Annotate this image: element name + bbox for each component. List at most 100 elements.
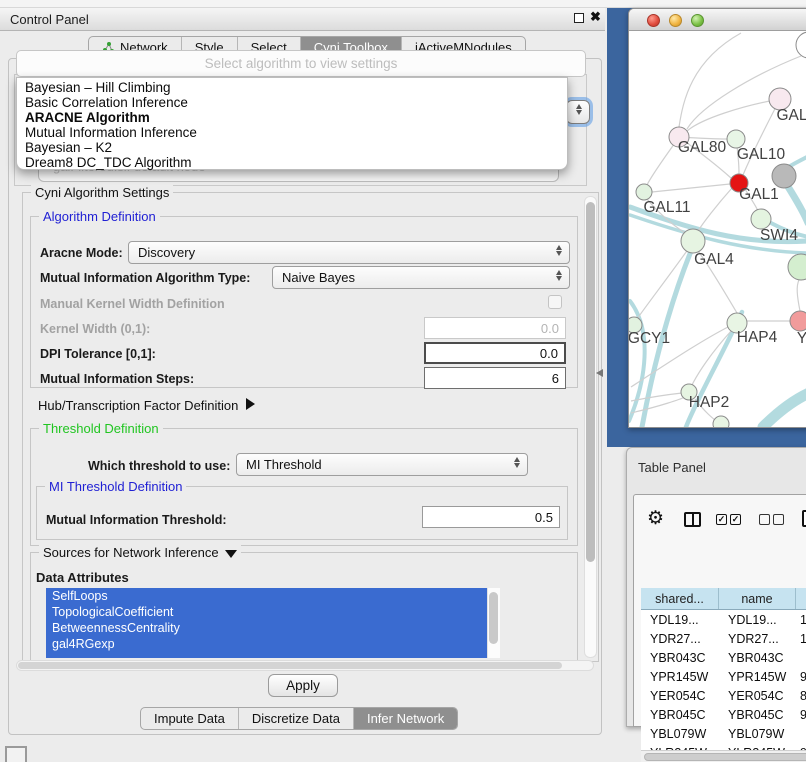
menu-item-mutual-information[interactable]: Mutual Information Inference [17, 125, 567, 140]
network-node-label: GCY1 [629, 330, 670, 347]
mi-type-value: Naive Bayes [282, 270, 355, 285]
table-row[interactable]: YPR145WYPR145W9. [641, 667, 806, 686]
kernel-width-field[interactable]: 0.0 [424, 317, 566, 339]
attribute-item[interactable]: TopologicalCoefficient [46, 604, 487, 620]
table-horizontal-scrollbar-thumb[interactable] [644, 753, 806, 761]
tab-impute-data[interactable]: Impute Data [141, 708, 239, 729]
table-row[interactable]: YBR045CYBR045C9. [641, 705, 806, 724]
tab-discretize-data[interactable]: Discretize Data [239, 708, 354, 729]
table-row[interactable]: YER054CYER054C8. [641, 686, 806, 705]
mi-type-combo[interactable]: Naive Bayes [272, 266, 570, 289]
checked-checkbox-icon[interactable]: ✓ [716, 514, 727, 525]
close-icon[interactable]: ✖ [590, 9, 601, 25]
network-node-label: GAL11 [643, 199, 690, 216]
menu-item-bayesian-k2[interactable]: Bayesian – K2 [17, 140, 567, 155]
table-panel-body: ⚙ ✓ ✓ shared... name YDL19...YDL19...13 … [633, 494, 806, 727]
mi-steps-value: 6 [552, 371, 559, 386]
network-node[interactable] [751, 209, 771, 229]
table-row[interactable]: YLR345WYLR345W9. [641, 743, 806, 750]
network-canvas[interactable]: GALGAL80GAL10GAL1GAL11SWI4GAL4GCY1HAP4YH… [629, 31, 806, 428]
column-header-shared[interactable]: shared... [641, 588, 719, 609]
dpi-tolerance-field[interactable]: 0.0 [424, 342, 566, 364]
column-header-name[interactable]: name [719, 588, 796, 609]
sources-title-text: Sources for Network Inference [43, 545, 219, 560]
tab-label: Infer Network [367, 711, 444, 726]
network-node[interactable] [796, 32, 806, 58]
algorithm-select-combo[interactable]: Select algorithm to view settings [16, 50, 586, 77]
tab-label: Impute Data [154, 711, 225, 726]
tab-label: Discretize Data [252, 711, 340, 726]
column-view-icon[interactable] [684, 512, 701, 527]
mi-type-label: Mutual Information Algorithm Type: [40, 271, 250, 285]
column-header-extra[interactable] [796, 588, 806, 609]
settings-vertical-scrollbar-thumb[interactable] [586, 202, 595, 562]
which-threshold-combo[interactable]: MI Threshold [236, 453, 528, 476]
network-node-label: HAP2 [689, 394, 730, 411]
menu-item-bayesian-hill-climbing[interactable]: Bayesian – Hill Climbing [17, 80, 567, 95]
mi-steps-field[interactable]: 6 [424, 367, 566, 389]
network-node-label: HAP4 [737, 329, 778, 346]
menu-item-basic-correlation[interactable]: Basic Correlation Inference [17, 95, 567, 110]
table-row[interactable]: YDR27...YDR27...12 [641, 629, 806, 648]
menu-item-dream8[interactable]: Dream8 DC_TDC Algorithm [17, 155, 567, 170]
table-row[interactable]: YBR043CYBR043C [641, 648, 806, 667]
apply-button[interactable]: Apply [268, 674, 338, 697]
attribute-item[interactable]: SelfLoops [46, 588, 487, 604]
checked-checkbox-icon[interactable]: ✓ [730, 514, 741, 525]
settings-horizontal-scrollbar-thumb[interactable] [18, 662, 562, 669]
focused-combo-button[interactable] [566, 100, 590, 124]
threshold-definition-title: Threshold Definition [39, 421, 163, 436]
data-attributes-list[interactable]: SelfLoops TopologicalCoefficient Between… [46, 588, 500, 658]
network-node-label: GAL10 [737, 146, 786, 163]
screen: Control Panel ✖ Network Style Select Cyn… [0, 0, 806, 762]
attributes-selection: SelfLoops TopologicalCoefficient Between… [46, 588, 487, 658]
mi-threshold-field[interactable]: 0.5 [422, 506, 560, 528]
zoom-traffic-light-icon[interactable] [691, 14, 704, 27]
bottom-tabbar: Impute Data Discretize Data Infer Networ… [140, 707, 458, 730]
expand-right-icon [246, 398, 255, 410]
table-row[interactable]: YBL079WYBL079W [641, 724, 806, 743]
network-window-titlebar[interactable] [629, 9, 806, 31]
aracne-mode-combo[interactable]: Discovery [128, 241, 570, 264]
unchecked-checkbox-icon[interactable] [759, 514, 770, 525]
control-panel-top-strip [0, 0, 806, 8]
hub-definition-toggle[interactable]: Hub/Transcription Factor Definition [38, 398, 255, 413]
mi-steps-label: Mutual Information Steps: [40, 372, 194, 386]
network-node[interactable] [636, 184, 652, 200]
dpi-tolerance-label: DPI Tolerance [0,1]: [40, 347, 156, 361]
table-panel-title: Table Panel [638, 460, 706, 475]
algorithm-definition-title: Algorithm Definition [39, 209, 160, 224]
network-node-label: GAL [776, 107, 806, 124]
sources-group-title[interactable]: Sources for Network Inference [39, 545, 241, 560]
attributes-scrollbar[interactable] [487, 588, 500, 658]
minimize-traffic-light-icon[interactable] [669, 14, 682, 27]
network-node[interactable] [681, 229, 705, 253]
tab-infer-network[interactable]: Infer Network [354, 708, 457, 729]
mi-threshold-label: Mutual Information Threshold: [46, 513, 227, 527]
attributes-scrollbar-thumb[interactable] [489, 592, 498, 644]
combo-stepper-icon [556, 270, 562, 281]
network-node[interactable] [790, 311, 806, 331]
aracne-mode-value: Discovery [138, 245, 195, 260]
algorithm-dropdown-menu: Bayesian – Hill Climbing Basic Correlati… [16, 77, 568, 170]
document-icon[interactable] [802, 510, 806, 527]
attribute-item[interactable]: BetweennessCentrality [46, 620, 487, 636]
cyni-settings-title: Cyni Algorithm Settings [31, 185, 173, 200]
minimized-panel-icon[interactable] [5, 746, 27, 762]
data-attributes-label: Data Attributes [36, 570, 129, 585]
menu-item-aracne[interactable]: ARACNE Algorithm [17, 110, 567, 125]
network-node[interactable] [788, 254, 806, 280]
table-horizontal-scrollbar[interactable] [641, 750, 806, 762]
network-node[interactable] [713, 416, 729, 428]
node-table[interactable]: shared... name YDL19...YDL19...13 YDR27.… [641, 588, 806, 750]
attribute-item[interactable]: gal4RGexp [46, 636, 487, 652]
manual-kernel-checkbox[interactable] [548, 295, 562, 309]
float-window-icon[interactable] [574, 13, 584, 23]
unchecked-checkbox-icon[interactable] [773, 514, 784, 525]
close-traffic-light-icon[interactable] [647, 14, 660, 27]
network-node-label: Y [797, 330, 806, 347]
table-row[interactable]: YDL19...YDL19...13 [641, 610, 806, 629]
gear-icon[interactable]: ⚙ [647, 509, 664, 528]
manual-kernel-label: Manual Kernel Width Definition [40, 297, 225, 311]
network-node[interactable] [772, 164, 796, 188]
